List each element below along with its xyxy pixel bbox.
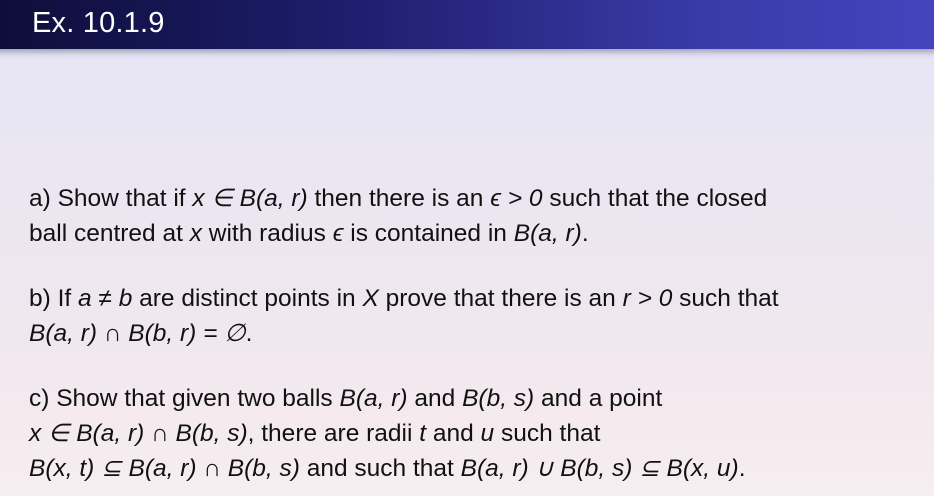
text-span: such that [494, 420, 601, 447]
math-span: B(a, r) ∪ B(b, s) ⊆ B(x, u) [460, 455, 739, 482]
text-span: ball centred at [29, 220, 190, 247]
text-span: . [245, 320, 253, 347]
part-c: c) Show that given two balls B(a, r) and… [29, 381, 929, 486]
math-span: x [189, 220, 202, 247]
part-a-line-1: a) Show that if x ∈ B(a, r) then there i… [29, 181, 929, 216]
header-shadow [0, 49, 934, 59]
part-a-line-2: ball centred at x with radius ϵ is conta… [29, 216, 929, 251]
text-span: and [426, 420, 481, 447]
part-c-line-3: B(x, t) ⊆ B(a, r) ∩ B(b, s) and such tha… [29, 451, 929, 486]
text-span: are distinct points in [132, 285, 363, 312]
math-span: ϵ [332, 220, 344, 247]
part-b: b) If a ≠ b are distinct points in X pro… [29, 281, 929, 351]
slide-title: Ex. 10.1.9 [32, 7, 165, 39]
part-b-line-2: B(a, r) ∩ B(b, r) = ∅. [29, 316, 929, 351]
text-span: and such that [299, 455, 461, 482]
slide-content: a) Show that if x ∈ B(a, r) then there i… [29, 181, 929, 486]
text-span: prove that there is an [378, 285, 623, 312]
text-span: and [407, 385, 463, 412]
text-span: such that the closed [542, 185, 768, 212]
math-span: x ∈ B(a, r) ∩ B(b, s) [29, 420, 248, 447]
math-span: B(a, r) [339, 385, 408, 412]
text-span: such that [672, 285, 779, 312]
math-span: B(a, r) ∩ B(b, r) = ∅ [29, 320, 246, 347]
text-span: b) If [29, 285, 79, 312]
text-span: a) Show that if [29, 185, 193, 212]
text-span: . [581, 220, 589, 247]
part-c-line-1: c) Show that given two balls B(a, r) and… [29, 381, 929, 416]
text-span: . [738, 455, 746, 482]
math-span: r > 0 [622, 285, 673, 312]
text-span: c) Show that given two balls [29, 385, 340, 412]
math-span: B(a, r) [513, 220, 582, 247]
math-span: x ∈ B(a, r) [192, 185, 308, 212]
part-c-line-2: x ∈ B(a, r) ∩ B(b, s), there are radii t… [29, 416, 929, 451]
math-span: u [480, 420, 495, 447]
text-span: then there is an [307, 185, 491, 212]
math-span: a ≠ b [78, 285, 133, 312]
part-a: a) Show that if x ∈ B(a, r) then there i… [29, 181, 929, 251]
math-span: ϵ > 0 [490, 185, 543, 212]
text-span: is contained in [343, 220, 514, 247]
math-span: B(x, t) ⊆ B(a, r) ∩ B(b, s) [29, 455, 300, 482]
text-span: and a point [534, 385, 663, 412]
part-b-line-1: b) If a ≠ b are distinct points in X pro… [29, 281, 929, 316]
text-span: with radius [201, 220, 333, 247]
math-span: B(b, s) [462, 385, 535, 412]
slide-header: Ex. 10.1.9 [0, 0, 934, 49]
math-span: X [362, 285, 379, 312]
text-span: , there are radii [247, 420, 420, 447]
